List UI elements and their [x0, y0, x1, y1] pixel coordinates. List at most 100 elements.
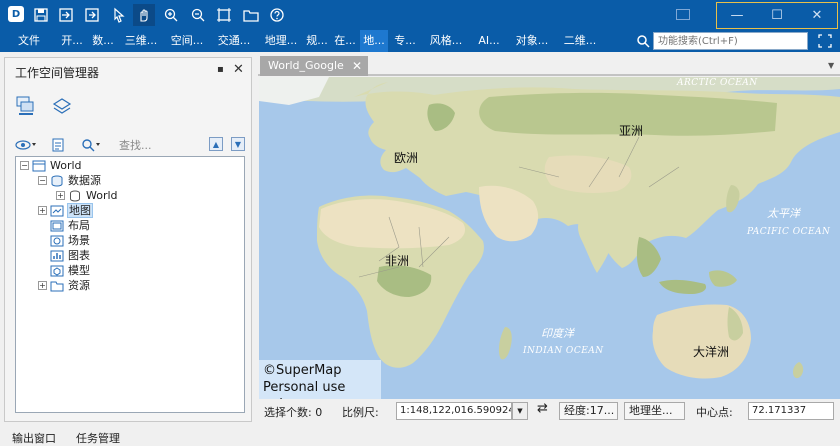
move-up-icon[interactable]: ▲ [209, 137, 223, 151]
title-bar: D — ☐ ✕ [0, 0, 840, 30]
app-window: D — ☐ ✕ 文件 开... 数... 三维... 空间... 交通... 地… [0, 0, 840, 446]
zoom-out-icon[interactable] [187, 4, 209, 26]
tree-label: 资源 [68, 279, 90, 292]
menu-style[interactable]: 风格... [424, 30, 468, 52]
tree-search-input[interactable]: 查找... [119, 137, 152, 153]
ribbon-toggle-icon[interactable] [676, 9, 690, 20]
tab-output-window[interactable]: 输出窗口 [12, 430, 56, 446]
map-label-africa: 非洲 [385, 254, 410, 268]
map-label-pacific-en: PACIFIC OCEAN [747, 227, 831, 237]
tree-node-root[interactable]: − World [20, 158, 83, 173]
menu-traffic[interactable]: 交通... [212, 30, 256, 52]
collapse-icon[interactable]: − [38, 176, 47, 185]
tree-node-maps[interactable]: + 地图 [38, 203, 93, 218]
import-icon[interactable] [55, 4, 77, 26]
menu-plan[interactable]: 规... [304, 30, 330, 52]
expand-icon[interactable]: + [38, 281, 47, 290]
longitude-field[interactable]: 经度:17... [559, 402, 618, 420]
scale-label: 比例尺: [342, 406, 379, 419]
panel-toolbar: 查找... ▲ ▼ [15, 134, 247, 156]
map-view[interactable]: ARCTIC OCEAN 亚洲 欧洲 非洲 大洋洲 太平洋 PACIFIC OC… [259, 77, 840, 399]
expand-icon[interactable]: + [56, 191, 65, 200]
menu-file[interactable]: 文件 [10, 30, 48, 52]
collapse-icon[interactable]: − [20, 161, 29, 170]
center-input[interactable]: 72.171337 [748, 402, 834, 420]
menu-online[interactable]: 在... [332, 30, 358, 52]
search-icon[interactable] [81, 137, 103, 153]
swap-icon[interactable]: ⇄ [537, 401, 548, 416]
tree-label: 数据源 [68, 174, 101, 187]
geo-coord-button[interactable]: 地理坐... [624, 402, 685, 420]
menu-map[interactable]: 地... [360, 30, 388, 52]
expand-icon[interactable]: + [38, 206, 47, 215]
workspace-tree: − World − 数据源 + World + 地图 布局 场景 图表 模型 +… [15, 156, 245, 413]
help-icon[interactable] [266, 4, 288, 26]
tree-node-resources[interactable]: + 资源 [38, 278, 91, 293]
panel-title: 工作空间管理器 [15, 66, 100, 80]
tab-world-google[interactable]: World_Google ✕ [260, 56, 368, 76]
menu-spatial[interactable]: 空间... [166, 30, 208, 52]
bottom-tab-bar: 输出窗口 任务管理 [0, 426, 840, 446]
document-tab-bar: World_Google ✕ [258, 54, 840, 76]
tab-label: World_Google [268, 59, 344, 72]
tree-label: 地图 [67, 203, 93, 218]
tree-node-world-datasource[interactable]: + World [56, 188, 119, 203]
scale-input[interactable]: 1:148,122,016.590924 [396, 402, 512, 420]
select-arrow-icon[interactable] [108, 4, 130, 26]
chart-icon [50, 250, 64, 261]
menu-2d[interactable]: 二维... [558, 30, 602, 52]
menu-3d[interactable]: 三维... [120, 30, 162, 52]
selection-count: 选择个数: 0 [264, 406, 323, 419]
workspace-manager-panel: 工作空间管理器 ▪ ✕ 查找... ▲ ▼ − World − 数据源 + Wo… [4, 57, 252, 422]
move-down-icon[interactable]: ▼ [231, 137, 245, 151]
map-label-indian-en: INDIAN OCEAN [523, 346, 604, 356]
map-label-arctic: ARCTIC OCEAN [677, 78, 758, 88]
document-icon[interactable] [51, 137, 65, 153]
search-icon[interactable] [636, 34, 650, 48]
zoom-in-icon[interactable] [160, 4, 182, 26]
pin-icon[interactable]: ▪ [217, 64, 224, 75]
map-label-indian-cn: 印度洋 [541, 327, 574, 340]
copyright-notice: ©SuperMap Personal use only [259, 360, 381, 399]
tree-label: World [86, 189, 118, 202]
copyright-line: ©SuperMap [263, 363, 342, 378]
view-mode-icon[interactable] [15, 137, 37, 153]
scale-dropdown-icon[interactable]: ▼ [512, 402, 528, 420]
tree-node-models[interactable]: 模型 [50, 263, 91, 278]
layout-icon [50, 220, 64, 231]
full-extent-icon[interactable] [213, 4, 235, 26]
tab-dropdown-icon[interactable]: ▼ [828, 61, 834, 70]
tree-node-datasources[interactable]: − 数据源 [38, 173, 102, 188]
map-label-asia: 亚洲 [619, 124, 644, 138]
menu-geo[interactable]: 地理... [260, 30, 302, 52]
supermap-logo-icon[interactable]: D [8, 6, 24, 22]
menu-start[interactable]: 开... [58, 30, 86, 52]
menu-data[interactable]: 数... [89, 30, 117, 52]
tree-node-charts[interactable]: 图表 [50, 248, 91, 263]
close-button[interactable]: ✕ [797, 3, 837, 28]
tree-node-layouts[interactable]: 布局 [50, 218, 91, 233]
function-search-input[interactable] [653, 32, 808, 50]
tab-task-manager[interactable]: 任务管理 [76, 430, 120, 446]
workspace-tab-icon[interactable] [15, 94, 37, 116]
tree-label: 布局 [68, 219, 90, 232]
export-icon[interactable] [81, 4, 103, 26]
open-folder-icon[interactable] [240, 4, 262, 26]
menu-object[interactable]: 对象... [510, 30, 554, 52]
map-icon [50, 205, 64, 216]
expand-icon[interactable] [818, 34, 832, 48]
pan-hand-icon[interactable] [133, 4, 155, 26]
layers-tab-icon[interactable] [51, 94, 73, 116]
panel-close-icon[interactable]: ✕ [233, 62, 244, 77]
minimize-button[interactable]: — [717, 3, 757, 28]
tree-label: World [50, 159, 82, 172]
model-icon [50, 265, 64, 276]
tree-label: 场景 [68, 234, 90, 247]
tree-node-scenes[interactable]: 场景 [50, 233, 91, 248]
maximize-button[interactable]: ☐ [757, 3, 797, 28]
save-icon[interactable] [30, 4, 52, 26]
menu-ai[interactable]: AI... [474, 30, 504, 52]
tree-label: 模型 [68, 264, 90, 277]
tab-close-icon[interactable]: ✕ [352, 56, 362, 76]
menu-thematic[interactable]: 专... [391, 30, 419, 52]
